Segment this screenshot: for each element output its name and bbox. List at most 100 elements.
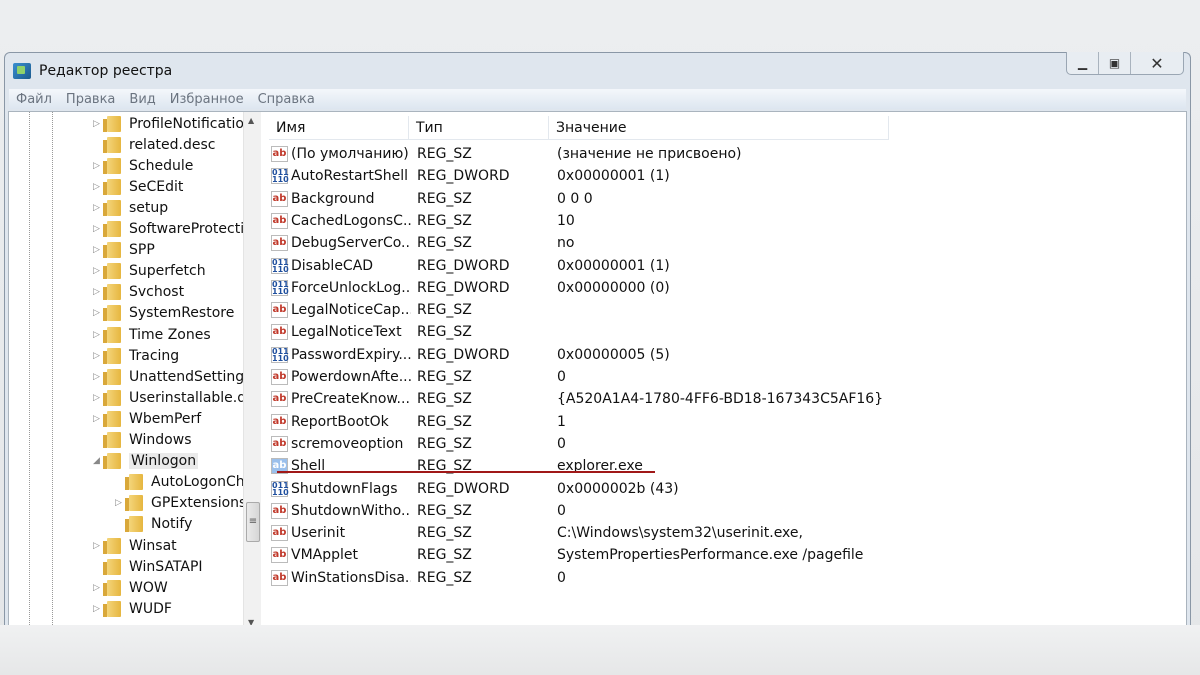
close-button[interactable]: ✕ (1131, 52, 1183, 74)
menu-favorites[interactable]: Избранное (170, 92, 244, 107)
tree-item[interactable]: ▷ Winsat (93, 535, 177, 556)
tree-item[interactable]: ▷ WUDF (93, 598, 172, 619)
folder-icon (103, 432, 121, 448)
tree-item[interactable]: Notify (125, 514, 192, 535)
menu-edit[interactable]: Правка (66, 92, 115, 107)
tree-item[interactable]: ▷ UnattendSettings (93, 366, 251, 387)
value-data: (значение не присвоено) (557, 146, 742, 162)
expand-arrow-icon[interactable]: ▷ (93, 245, 100, 255)
table-row[interactable]: ab PowerdownAfte... REG_SZ 0 (271, 366, 566, 388)
tree-item[interactable]: ▷ WbemPerf (93, 408, 201, 429)
expand-arrow-icon[interactable]: ▷ (93, 393, 100, 403)
expand-arrow-icon[interactable]: ▷ (93, 119, 100, 129)
expand-arrow-icon[interactable]: ▷ (115, 498, 122, 508)
tree-item[interactable]: ▷ Superfetch (93, 261, 206, 282)
values-list: Имя Тип Значение ab (По умолчанию) REG_SZ(… (267, 112, 1186, 631)
column-type[interactable]: Тип (409, 116, 549, 139)
tree-item[interactable]: ▷ Svchost (93, 282, 184, 303)
expand-arrow-icon[interactable]: ▷ (93, 182, 100, 192)
table-row[interactable]: ab ReportBootOk REG_SZ 1 (271, 411, 566, 433)
folder-icon (103, 284, 121, 301)
tree-item-label: related.desc (129, 136, 216, 153)
column-value[interactable]: Значение (549, 116, 889, 139)
tree-item[interactable]: ▷ SPP (93, 240, 155, 261)
binary-value-icon: 011 110 (271, 257, 289, 274)
menu-view[interactable]: Вид (129, 92, 155, 107)
tree-item[interactable]: WinSATAPI (103, 556, 203, 577)
expand-arrow-icon[interactable]: ▷ (93, 287, 100, 297)
expand-arrow-icon[interactable]: ▷ (93, 330, 100, 340)
table-row[interactable]: ab DebugServerCo... REG_SZ no (271, 232, 574, 254)
expand-arrow-icon[interactable]: ▷ (93, 351, 100, 361)
folder-icon (125, 516, 143, 533)
minimize-button[interactable]: ▁ (1067, 52, 1099, 74)
tree-item[interactable]: ▷ SoftwareProtectic (93, 219, 252, 240)
table-row[interactable]: ab Shell REG_SZ explorer.exe (271, 455, 643, 477)
folder-icon (103, 326, 121, 343)
column-name[interactable]: Имя (269, 116, 409, 139)
table-row[interactable]: ab LegalNoticeText REG_SZ (271, 321, 557, 343)
scroll-up-icon[interactable]: ▲ (248, 116, 254, 125)
tree-item-label: Superfetch (129, 263, 206, 280)
maximize-button[interactable]: ▣ (1099, 52, 1131, 74)
tree-item[interactable]: ◢ Winlogon (93, 451, 199, 472)
tree-item[interactable]: ▷ GPExtensions (115, 493, 246, 514)
string-value-icon: ab (271, 413, 288, 430)
expand-arrow-icon[interactable]: ▷ (93, 308, 100, 318)
tree-item[interactable]: ▷ ProfileNotificatio (93, 113, 244, 134)
table-row[interactable]: ab WinStationsDisa... REG_SZ 0 (271, 567, 566, 589)
tree-item[interactable]: ▷ Time Zones (93, 324, 211, 345)
tree-item-label: SystemRestore (129, 305, 235, 322)
table-row[interactable]: ab CachedLogonsC... REG_SZ 10 (271, 210, 575, 232)
tree-item[interactable]: AutoLogonCh (125, 472, 245, 493)
expand-arrow-icon[interactable]: ▷ (93, 604, 100, 614)
expand-arrow-icon[interactable]: ▷ (93, 541, 100, 551)
tree-item[interactable]: related.desc (103, 134, 216, 155)
scroll-thumb[interactable]: ≡ (246, 502, 260, 542)
tree-scrollbar[interactable]: ▲ ≡ ▼ (243, 112, 261, 631)
expand-arrow-icon[interactable]: ▷ (93, 414, 100, 424)
tree-item[interactable]: ▷ WOW (93, 577, 168, 598)
table-row[interactable]: ab (По умолчанию) REG_SZ (значение не присв… (271, 143, 742, 165)
expand-arrow-icon[interactable]: ▷ (93, 224, 100, 234)
table-row[interactable]: ab Userinit REG_SZ C:\Windows\system32\user… (271, 522, 803, 544)
value-data: 0x00000001 (1) (557, 257, 670, 274)
menu-file[interactable]: Файл (16, 92, 52, 107)
expand-arrow-icon[interactable]: ▷ (93, 161, 100, 171)
tree-item[interactable]: ▷ Tracing (93, 345, 179, 366)
tree-item[interactable]: ▷ Schedule (93, 155, 193, 176)
tree-item[interactable]: ▷ SeCEdit (93, 176, 184, 197)
value-data: no (557, 235, 575, 252)
table-row[interactable]: ab scremoveoption REG_SZ 0 (271, 433, 566, 455)
binary-value-icon: 011 110 (271, 279, 289, 296)
tree-item[interactable]: ▷ Userinstallable.dr (93, 387, 252, 408)
table-row[interactable]: 011 110 AutoRestartShell REG_DWORD 0x0000000… (271, 165, 670, 187)
expand-arrow-icon[interactable]: ▷ (93, 203, 100, 213)
tree-item[interactable]: Windows (103, 430, 192, 451)
expand-arrow-icon[interactable]: ▷ (93, 372, 100, 382)
expand-arrow-icon[interactable]: ▷ (93, 583, 100, 593)
table-row[interactable]: ab VMApplet REG_SZ SystemPropertiesPerforma… (271, 544, 863, 566)
value-data: 0x00000001 (1) (557, 168, 670, 185)
string-value-icon: ab (271, 302, 288, 319)
tree-item[interactable]: ▷ setup (93, 197, 168, 218)
collapse-arrow-icon[interactable]: ◢ (93, 456, 100, 466)
table-row[interactable]: 011 110 ForceUnlockLog... REG_DWORD 0x000000… (271, 277, 670, 299)
table-row[interactable]: ab Background REG_SZ 0 0 0 (271, 188, 593, 210)
string-value-icon: ab (271, 547, 288, 564)
tree-item[interactable]: ▷ SystemRestore (93, 303, 235, 324)
value-name: PasswordExpiry... (291, 346, 411, 363)
folder-icon (103, 579, 121, 596)
table-row[interactable]: ab ShutdownWitho... REG_SZ 0 (271, 500, 566, 522)
tree-item-label: SeCEdit (129, 178, 184, 195)
table-row[interactable]: 011 110 PasswordExpiry... REG_DWORD 0x000000… (271, 344, 670, 366)
table-row[interactable]: ab LegalNoticeCap... REG_SZ (271, 299, 557, 321)
table-row[interactable]: 011 110 DisableCAD REG_DWORD 0x00000001 (1) (271, 255, 670, 277)
table-row[interactable]: 011 110 ShutdownFlags REG_DWORD 0x0000002b (… (271, 478, 679, 500)
expand-arrow-icon[interactable]: ▷ (93, 266, 100, 276)
menu-help[interactable]: Справка (258, 92, 315, 107)
table-row[interactable]: ab PreCreateKnow... REG_SZ {A520A1A4-1780-4… (271, 388, 883, 410)
string-value-icon: ab (271, 502, 288, 519)
value-data: 0 (557, 569, 566, 586)
value-data: SystemPropertiesPerformance.exe /pagefil… (557, 547, 864, 564)
